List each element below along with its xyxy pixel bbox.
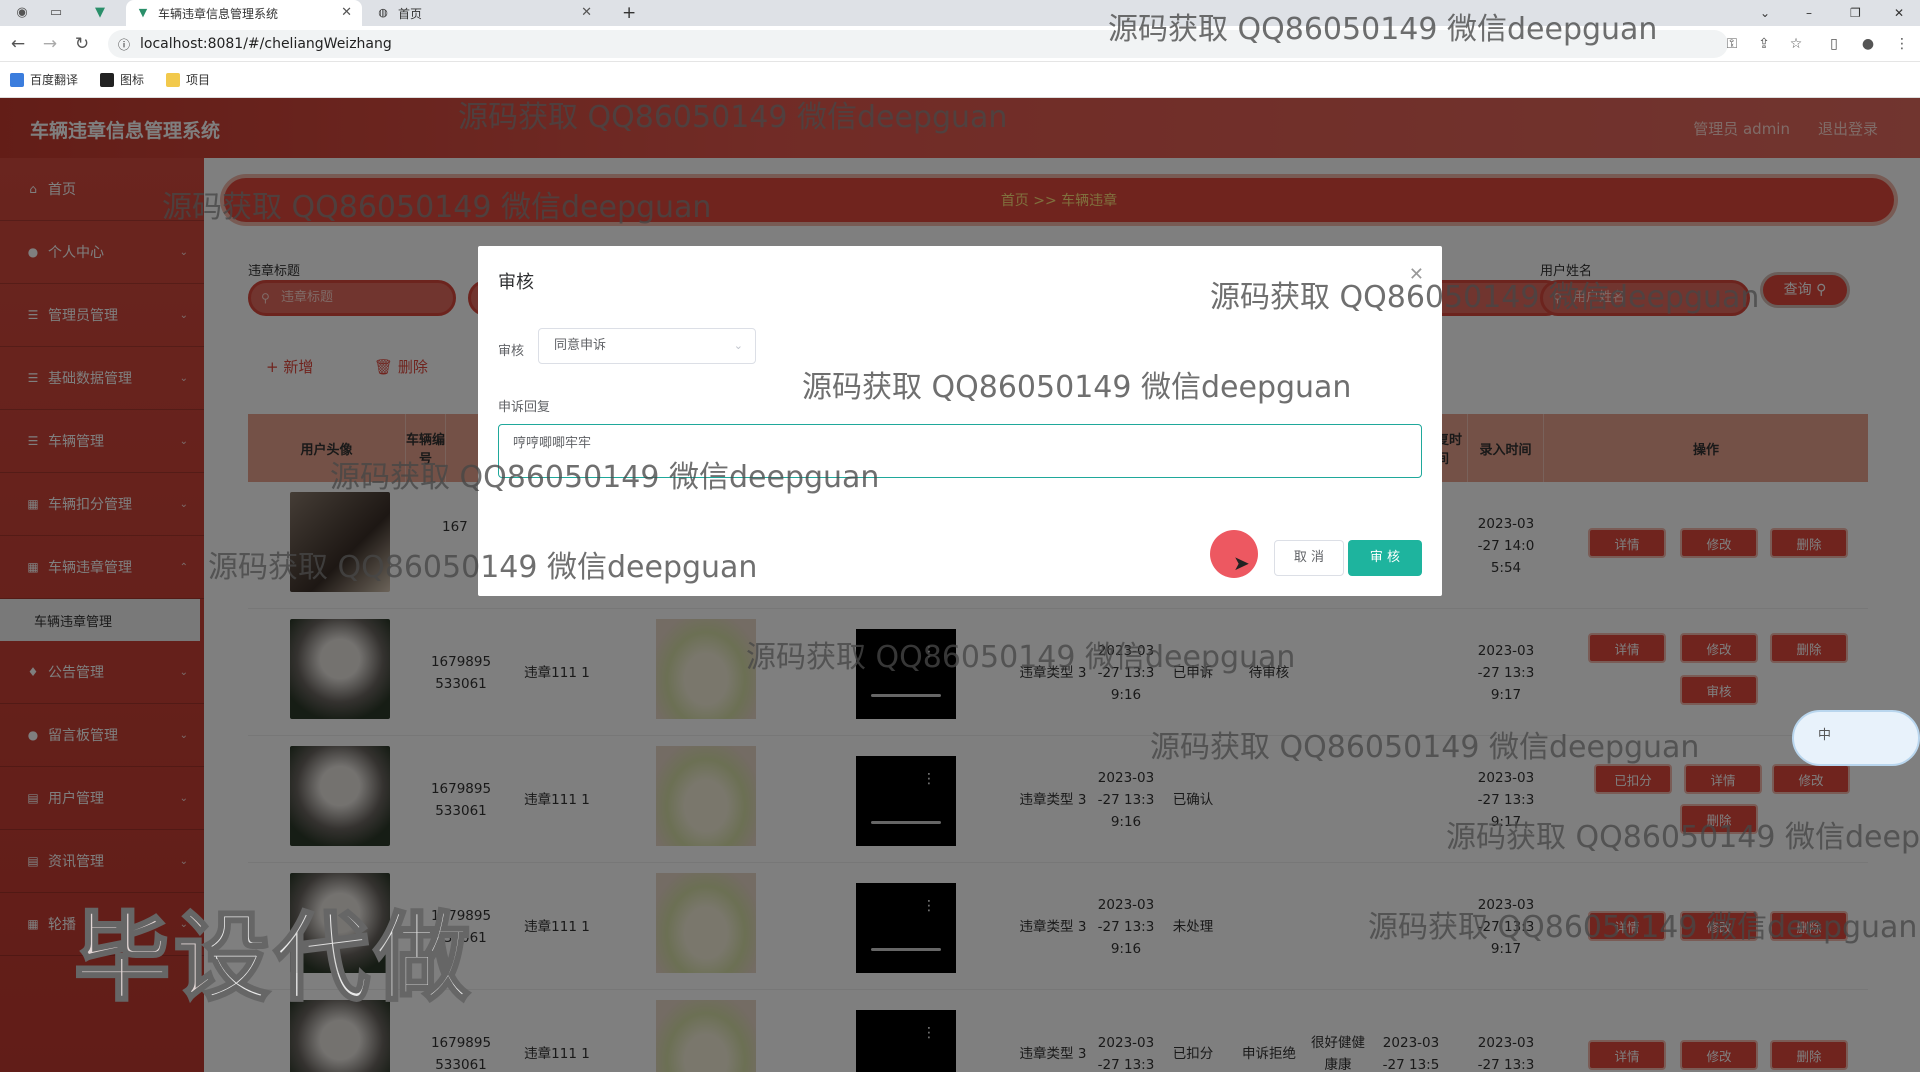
- bookmark-label: 百度翻译: [30, 73, 79, 87]
- bookmark-label: 项目: [186, 73, 211, 87]
- watermark-text: 源码获取 QQ86050149 微信deepguan: [1108, 12, 1658, 47]
- browser-tab[interactable]: ◍ 首页 ✕: [366, 0, 602, 26]
- profile-icon[interactable]: ●: [1856, 32, 1880, 56]
- ime-widget[interactable]: 中: [1792, 710, 1920, 766]
- bookmark-item[interactable]: 百度翻译: [10, 71, 78, 88]
- browser-menu-icon[interactable]: ◉: [10, 1, 34, 25]
- translate-icon: [10, 72, 24, 87]
- audit-select[interactable]: 同意申诉 ⌄: [538, 328, 756, 364]
- promo-watermark: 毕设代做: [73, 901, 474, 1016]
- watermark-text: 源码获取 QQ86050149 微信deepguan: [208, 550, 758, 585]
- tab-favicon-icon[interactable]: ▭: [44, 1, 68, 25]
- close-icon[interactable]: ✕: [341, 5, 352, 20]
- bookmark-item[interactable]: 项目: [166, 71, 210, 88]
- bookmark-label: 图标: [120, 73, 145, 87]
- audit-select-value: 同意申诉: [554, 338, 607, 353]
- ime-label: 中: [1818, 728, 1832, 743]
- close-icon[interactable]: ✕: [581, 5, 592, 20]
- bookmark-item[interactable]: 图标: [100, 71, 144, 88]
- folder-icon: [166, 72, 181, 87]
- tab-list-chevron-icon[interactable]: ⌄: [1750, 0, 1780, 26]
- watermark-text: 源码获取 QQ86050149 微信deepguan: [1150, 730, 1700, 765]
- tab-title: 车辆违章信息管理系统: [158, 6, 279, 21]
- dialog-title: 审核: [498, 272, 534, 293]
- chevron-down-icon: ⌄: [733, 339, 743, 352]
- watermark-text: 源码获取 QQ86050149 微信deepguan: [162, 190, 712, 225]
- watermark-text: 源码获取 QQ86050149 微信deepguan: [802, 370, 1352, 405]
- sidepanel-icon[interactable]: ▯: [1822, 32, 1846, 56]
- back-icon[interactable]: ←: [6, 32, 30, 56]
- key-icon[interactable]: ⚿: [1720, 32, 1744, 56]
- watermark-text: 源码获取 QQ86050149 微信deepguan: [746, 640, 1296, 675]
- more-icon[interactable]: ⋮: [1890, 32, 1914, 56]
- mouse-cursor-icon: ➤: [1233, 551, 1250, 575]
- globe-icon: ◍: [378, 6, 388, 19]
- browser-tab-active[interactable]: ▼ 车辆违章信息管理系统 ✕: [126, 0, 362, 26]
- tab-title: 首页: [398, 6, 423, 21]
- watermark-text: 源码获取 QQ86050149 微信deepguan: [330, 460, 880, 495]
- image-icon: [100, 72, 115, 87]
- reply-field-label: 申诉回复: [498, 400, 551, 415]
- url-text: localhost:8081/#/cheliangWeizhang: [140, 36, 392, 52]
- new-tab-button[interactable]: +: [612, 0, 646, 26]
- watermark-text: 源码获取 QQ86050149 微信deepguan: [1446, 820, 1920, 855]
- star-icon[interactable]: ☆: [1784, 32, 1808, 56]
- share-icon[interactable]: ⇪: [1752, 32, 1776, 56]
- watermark-text: 源码获取 QQ86050149 微信deepguan: [1368, 910, 1918, 945]
- watermark-text: 源码获取 QQ86050149 微信deepguan: [458, 100, 1008, 135]
- forward-icon[interactable]: →: [38, 32, 62, 56]
- info-icon: ⓘ: [118, 37, 131, 52]
- restore-icon[interactable]: ❐: [1840, 0, 1871, 26]
- reload-icon[interactable]: ↻: [70, 32, 94, 56]
- confirm-audit-button[interactable]: 审 核: [1348, 540, 1422, 576]
- vue-logo-icon: ▼: [138, 6, 148, 19]
- vue-logo-icon[interactable]: ▼: [88, 1, 112, 25]
- cancel-button[interactable]: 取 消: [1274, 540, 1344, 576]
- audit-field-label: 审核: [498, 344, 525, 359]
- window-close-icon[interactable]: ✕: [1884, 0, 1914, 26]
- watermark-text: 源码获取 QQ86050149 微信deepguan: [1210, 280, 1760, 315]
- minimize-icon[interactable]: –: [1796, 0, 1822, 26]
